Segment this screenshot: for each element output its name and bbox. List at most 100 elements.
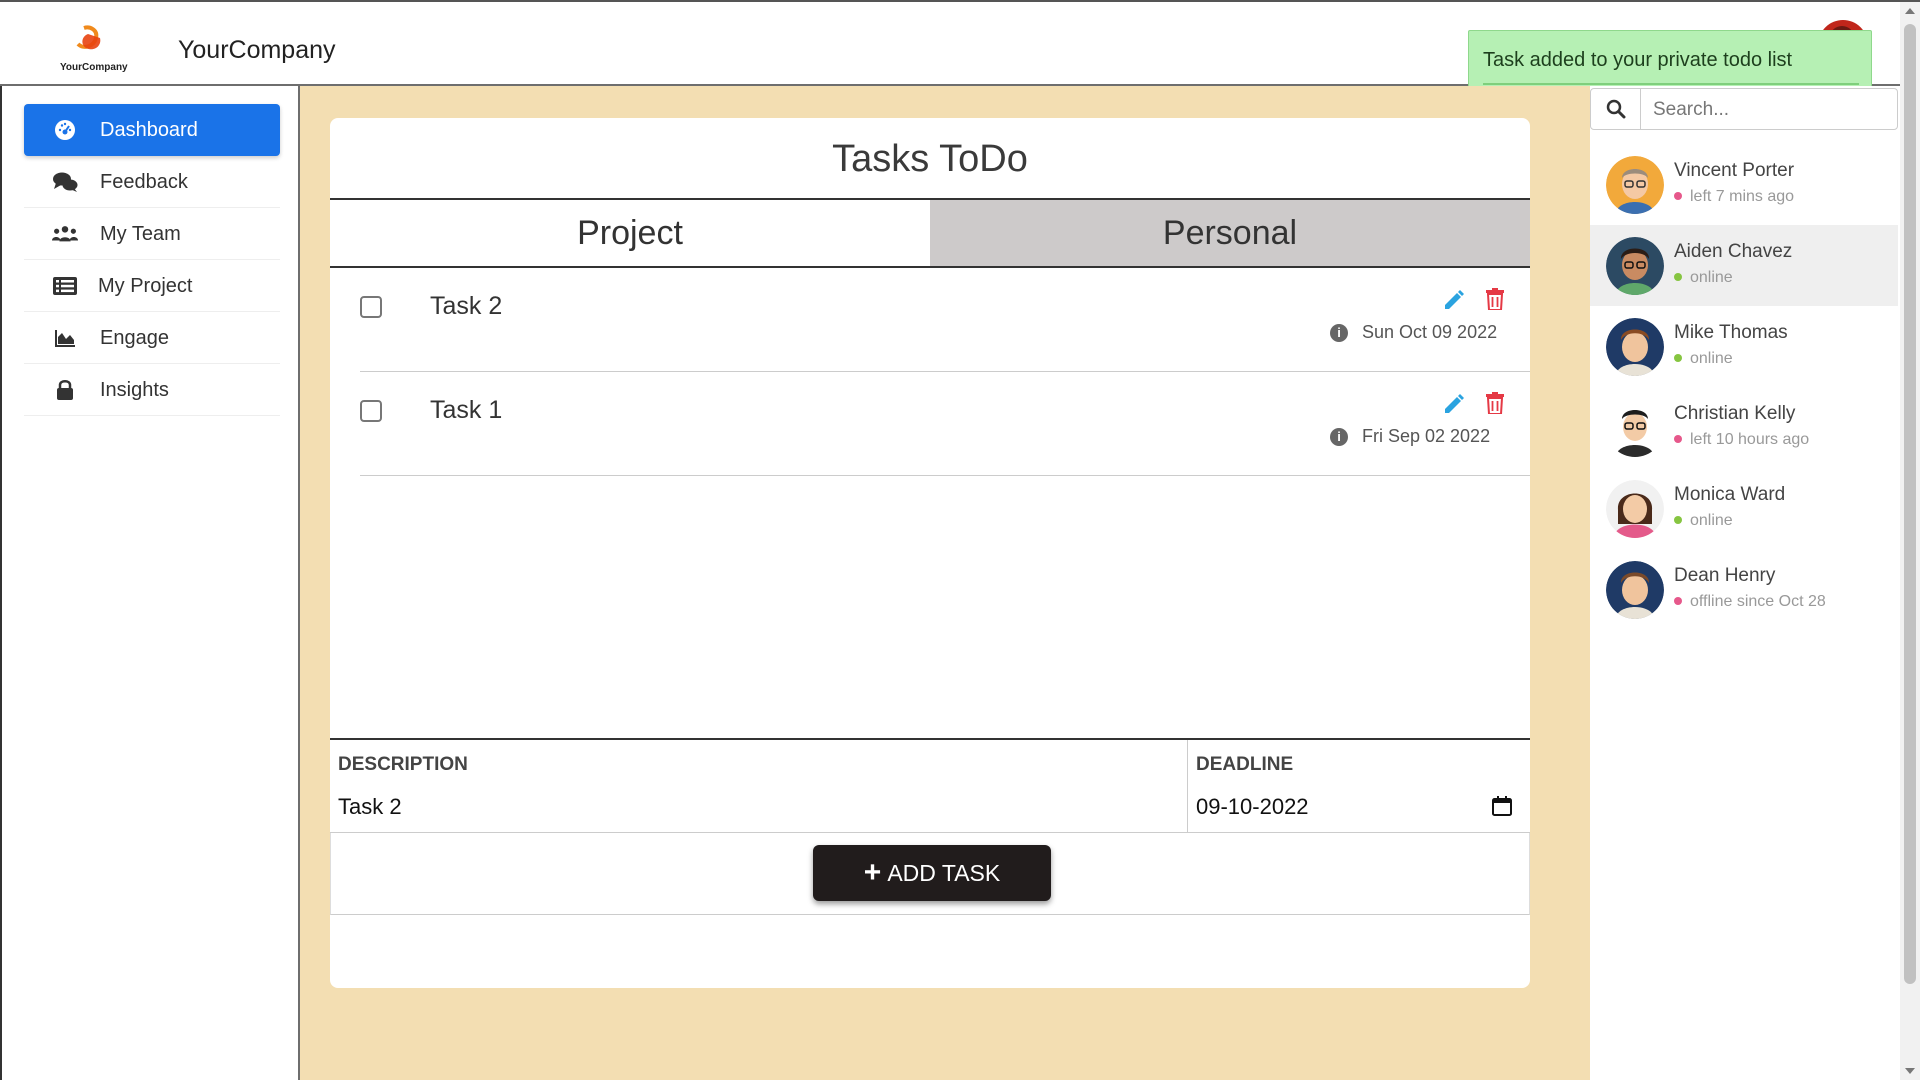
pencil-icon[interactable] bbox=[1442, 392, 1466, 416]
away-dot-icon bbox=[1674, 434, 1682, 443]
info-icon: i bbox=[1330, 428, 1348, 446]
status-text: left 10 hours ago bbox=[1690, 431, 1810, 448]
status-text: left 7 mins ago bbox=[1690, 188, 1795, 205]
left-sidebar: Dashboard Feedback My Team My Project En… bbox=[0, 86, 300, 1080]
sidebar-item-label: Engage bbox=[100, 327, 169, 349]
contact-name: Monica Ward bbox=[1674, 484, 1786, 505]
contact-status: left 7 mins ago bbox=[1674, 188, 1794, 206]
todo-tabs: Project Personal bbox=[330, 198, 1530, 268]
scroll-thumb[interactable] bbox=[1904, 24, 1916, 984]
deadline-input[interactable] bbox=[1196, 792, 1466, 822]
toast-message: Task added to your private todo list bbox=[1483, 49, 1793, 71]
away-dot-icon bbox=[1674, 596, 1682, 605]
avatar bbox=[1606, 480, 1664, 538]
task-date: Sun Oct 09 2022 bbox=[1362, 322, 1498, 342]
description-input[interactable] bbox=[338, 792, 1158, 822]
status-text: online bbox=[1690, 350, 1733, 367]
contact-name: Mike Thomas bbox=[1674, 322, 1788, 343]
brand-name: YourCompany bbox=[178, 36, 336, 64]
main-content: Tasks ToDo Project Personal Task 2 i Sun… bbox=[300, 86, 1590, 1080]
svg-text:YourCompany: YourCompany bbox=[60, 62, 128, 73]
task-checkbox[interactable] bbox=[360, 296, 382, 318]
info-icon: i bbox=[1330, 324, 1348, 342]
task-checkbox[interactable] bbox=[360, 400, 382, 422]
calendar-icon[interactable] bbox=[1492, 796, 1512, 816]
tab-project[interactable]: Project bbox=[330, 200, 930, 266]
toast-notification: Task added to your private todo list bbox=[1468, 30, 1872, 88]
contact-item[interactable]: Christian Kelly left 10 hours ago bbox=[1590, 387, 1898, 468]
contact-name: Christian Kelly bbox=[1674, 403, 1796, 424]
sidebar-item-my-project[interactable]: My Project bbox=[24, 260, 280, 312]
online-dot-icon bbox=[1674, 515, 1682, 524]
row-divider bbox=[360, 475, 1530, 476]
sidebar-item-feedback[interactable]: Feedback bbox=[24, 156, 280, 208]
avatar bbox=[1606, 318, 1664, 376]
company-logo[interactable]: YourCompany bbox=[58, 24, 130, 74]
task-row: Task 1 i Fri Sep 02 2022 bbox=[330, 372, 1530, 476]
online-dot-icon bbox=[1674, 353, 1682, 362]
contact-status: online bbox=[1674, 350, 1733, 368]
area-chart-icon bbox=[52, 326, 78, 350]
contact-item[interactable]: Aiden Chavez online bbox=[1590, 225, 1898, 306]
contact-item[interactable]: Dean Henry offline since Oct 28 bbox=[1590, 549, 1898, 630]
sidebar-item-label: Insights bbox=[100, 379, 169, 401]
contact-status: offline since Oct 28 bbox=[1674, 593, 1826, 611]
status-text: offline since Oct 28 bbox=[1690, 593, 1826, 610]
dashboard-icon bbox=[52, 118, 78, 142]
pencil-icon[interactable] bbox=[1442, 288, 1466, 312]
task-date: Fri Sep 02 2022 bbox=[1362, 426, 1491, 446]
search-icon[interactable] bbox=[1591, 89, 1641, 129]
sidebar-item-dashboard[interactable]: Dashboard bbox=[24, 104, 280, 156]
scroll-down-icon[interactable] bbox=[1905, 1068, 1915, 1074]
trash-icon[interactable] bbox=[1486, 288, 1506, 312]
add-task-form: DESCRIPTION DEADLINE bbox=[330, 738, 1530, 833]
task-name: Task 1 bbox=[430, 396, 503, 424]
deadline-column: DEADLINE bbox=[1188, 740, 1530, 833]
online-dot-icon bbox=[1674, 272, 1682, 281]
status-text: online bbox=[1690, 512, 1733, 529]
contact-item[interactable]: Monica Ward online bbox=[1590, 468, 1898, 549]
sidebar-item-insights[interactable]: Insights bbox=[24, 364, 280, 416]
sidebar-item-label: My Team bbox=[100, 223, 181, 245]
page-title: Tasks ToDo bbox=[832, 138, 1028, 180]
contact-name: Dean Henry bbox=[1674, 565, 1776, 586]
contact-item[interactable]: Vincent Porter left 7 mins ago bbox=[1590, 144, 1898, 225]
contact-status: online bbox=[1674, 512, 1733, 530]
comments-icon bbox=[52, 170, 78, 194]
status-text: online bbox=[1690, 269, 1733, 286]
sidebar-item-my-team[interactable]: My Team bbox=[24, 208, 280, 260]
deadline-label: DEADLINE bbox=[1196, 754, 1294, 775]
search-input[interactable] bbox=[1653, 97, 1883, 123]
contact-name: Vincent Porter bbox=[1674, 160, 1795, 181]
away-dot-icon bbox=[1674, 191, 1682, 200]
contact-search bbox=[1590, 88, 1898, 130]
sidebar-item-label: Feedback bbox=[100, 171, 188, 193]
lock-icon bbox=[52, 378, 78, 402]
description-column: DESCRIPTION bbox=[330, 740, 1188, 833]
toast-progress-bar bbox=[1483, 83, 1859, 85]
todo-card: Tasks ToDo Project Personal Task 2 i Sun… bbox=[330, 118, 1530, 988]
add-task-label: ADD TASK bbox=[887, 859, 1001, 886]
contact-item[interactable]: Mike Thomas online bbox=[1590, 306, 1898, 387]
users-icon bbox=[52, 222, 78, 246]
tab-personal[interactable]: Personal bbox=[930, 200, 1530, 266]
contact-status: online bbox=[1674, 269, 1733, 287]
avatar bbox=[1606, 156, 1664, 214]
add-button-row: + ADD TASK bbox=[330, 833, 1530, 915]
list-icon bbox=[52, 274, 78, 298]
description-label: DESCRIPTION bbox=[338, 754, 468, 775]
page-scrollbar[interactable] bbox=[1900, 2, 1920, 1080]
avatar bbox=[1606, 561, 1664, 619]
plus-icon: + bbox=[863, 856, 882, 889]
avatar bbox=[1606, 237, 1664, 295]
task-name: Task 2 bbox=[430, 292, 503, 320]
trash-icon[interactable] bbox=[1486, 392, 1506, 416]
sidebar-item-engage[interactable]: Engage bbox=[24, 312, 280, 364]
task-row: Task 2 i Sun Oct 09 2022 bbox=[330, 268, 1530, 372]
add-task-button[interactable]: + ADD TASK bbox=[813, 845, 1051, 901]
contact-status: left 10 hours ago bbox=[1674, 431, 1809, 449]
avatar bbox=[1606, 399, 1664, 457]
sidebar-item-label: My Project bbox=[98, 275, 193, 297]
scroll-up-icon[interactable] bbox=[1905, 8, 1915, 14]
sidebar-item-label: Dashboard bbox=[100, 119, 198, 141]
